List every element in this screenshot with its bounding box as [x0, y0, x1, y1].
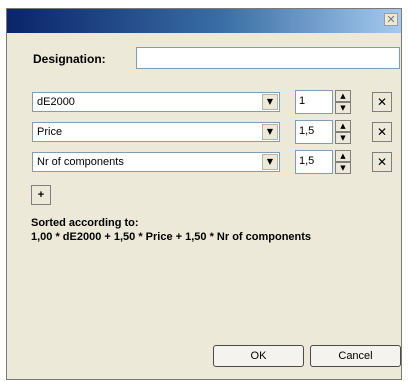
- weight-field[interactable]: 1,5: [295, 150, 333, 174]
- dropdown-arrow-icon[interactable]: ▼: [262, 94, 278, 110]
- criterion-row: Price ▼ 1,5 ▲ ▼ ✕: [32, 120, 392, 144]
- dropdown-arrow-icon[interactable]: ▼: [262, 154, 278, 170]
- weight-value: 1: [299, 95, 306, 107]
- criterion-select[interactable]: dE2000 ▼: [32, 92, 280, 112]
- spin-up-icon[interactable]: ▲: [335, 120, 351, 132]
- weight-spinner[interactable]: 1 ▲ ▼: [295, 90, 351, 114]
- criterion-select[interactable]: Nr of components ▼: [32, 152, 280, 172]
- spin-down-icon[interactable]: ▼: [335, 162, 351, 174]
- close-icon[interactable]: ✕: [384, 13, 398, 26]
- criterion-select[interactable]: Price ▼: [32, 122, 280, 142]
- weight-field[interactable]: 1: [295, 90, 333, 114]
- criterion-value: Nr of components: [37, 156, 124, 168]
- criterion-row: Nr of components ▼ 1,5 ▲ ▼ ✕: [32, 150, 392, 174]
- weight-value: 1,5: [299, 125, 315, 137]
- ok-button[interactable]: OK: [213, 345, 304, 367]
- weight-value: 1,5: [299, 155, 315, 167]
- weight-spinner[interactable]: 1,5 ▲ ▼: [295, 120, 351, 144]
- remove-criterion-button[interactable]: ✕: [372, 92, 392, 112]
- sort-criteria-dialog: ✕ Designation: dE2000 ▼ 1 ▲ ▼ ✕ Price ▼ …: [6, 8, 402, 380]
- designation-label: Designation:: [33, 52, 106, 66]
- spin-up-icon[interactable]: ▲: [335, 90, 351, 102]
- criterion-value: dE2000: [37, 96, 75, 108]
- sorted-formula: 1,00 * dE2000 + 1,50 * Price + 1,50 * Nr…: [31, 231, 312, 243]
- spin-down-icon[interactable]: ▼: [335, 102, 351, 114]
- title-bar: ✕: [7, 9, 401, 33]
- sorted-heading: Sorted according to:: [31, 217, 139, 229]
- designation-input[interactable]: [136, 47, 400, 69]
- remove-criterion-button[interactable]: ✕: [372, 122, 392, 142]
- dropdown-arrow-icon[interactable]: ▼: [262, 124, 278, 140]
- add-criterion-button[interactable]: +: [31, 185, 51, 205]
- spin-down-icon[interactable]: ▼: [335, 132, 351, 144]
- criterion-value: Price: [37, 126, 63, 138]
- cancel-button[interactable]: Cancel: [310, 345, 401, 367]
- spin-up-icon[interactable]: ▲: [335, 150, 351, 162]
- criterion-row: dE2000 ▼ 1 ▲ ▼ ✕: [32, 90, 392, 114]
- weight-spinner[interactable]: 1,5 ▲ ▼: [295, 150, 351, 174]
- remove-criterion-button[interactable]: ✕: [372, 152, 392, 172]
- weight-field[interactable]: 1,5: [295, 120, 333, 144]
